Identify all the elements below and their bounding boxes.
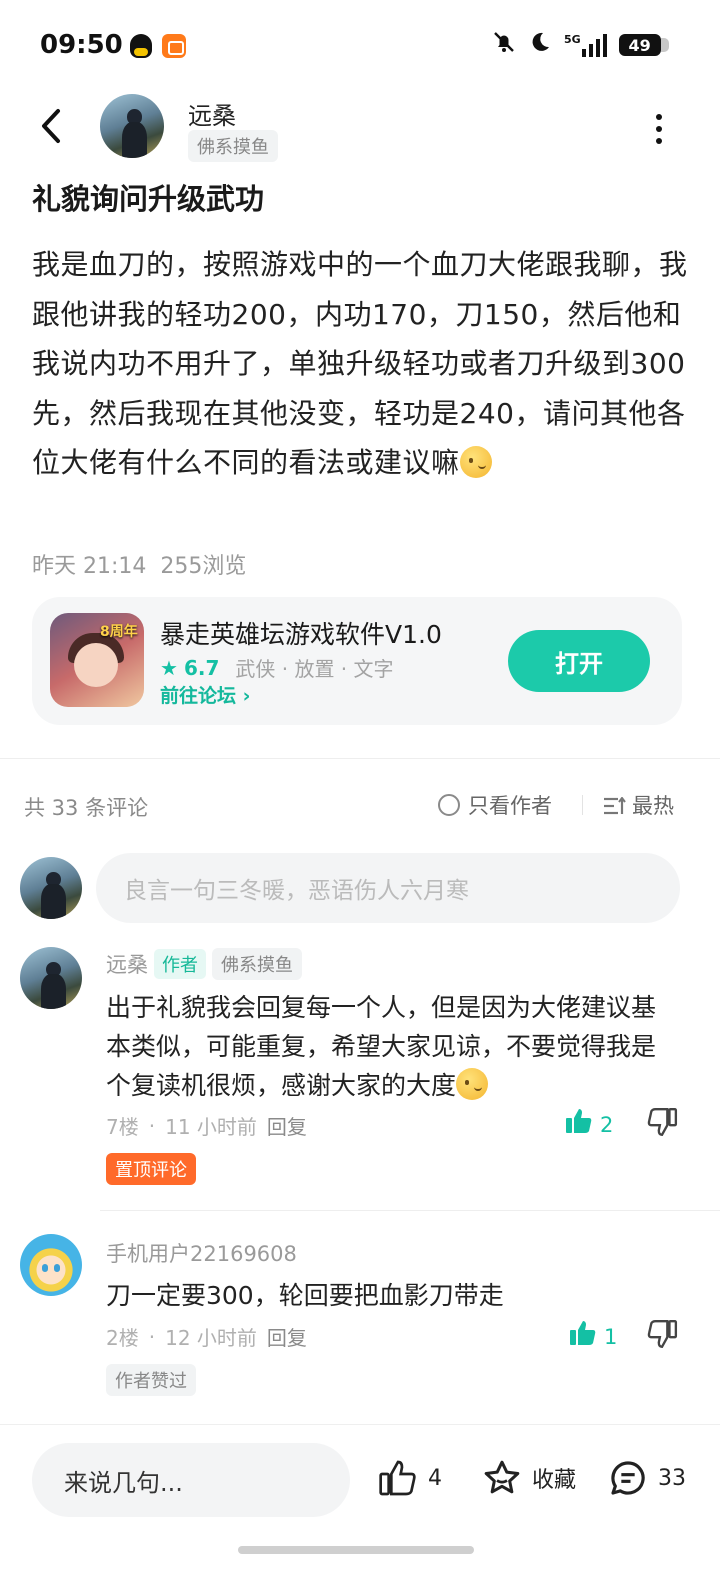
like-count: 1	[604, 1324, 618, 1349]
forum-link[interactable]: 前往论坛 ›	[160, 681, 250, 708]
reply-button[interactable]: 回复	[267, 1322, 307, 1351]
commenter-name[interactable]: 手机用户22169608	[106, 1238, 297, 1268]
favorite-button[interactable]: 收藏	[482, 1458, 576, 1498]
comment-time: 11 小时前	[165, 1115, 257, 1139]
author-badge: 作者	[154, 949, 206, 979]
author-only-label: 只看作者	[468, 794, 552, 818]
filter-separator	[582, 795, 583, 815]
game-icon-badge: 8周年	[100, 624, 138, 640]
comment-bubble-icon[interactable]	[608, 1458, 648, 1498]
post-time: 昨天 21:14	[32, 554, 147, 579]
reply-button[interactable]: 回复	[267, 1111, 307, 1140]
commenter-tag: 佛系摸鱼	[212, 948, 302, 980]
comment-like-button[interactable]: 2	[564, 1106, 613, 1143]
muted-bell-icon	[492, 30, 516, 60]
comment-meta: 7楼 · 11 小时前 回复	[106, 1111, 307, 1140]
author-liked-badge: 作者赞过	[106, 1364, 196, 1396]
battery-icon: 49	[618, 34, 669, 56]
comment-text-content: 出于礼貌我会回复每一个人，但是因为大佬建议基本类似，可能重复，希望大家见谅，不要…	[106, 993, 657, 1100]
comment-count: 共 33 条评论	[24, 796, 149, 820]
scroll-fade	[0, 1396, 720, 1426]
app-notification-icon	[162, 34, 186, 58]
post-body: 我是血刀的，按照游戏中的一个血刀大佬跟我聊，我跟他讲我的轻功200，内功170，…	[32, 240, 692, 488]
pinned-comment-badge: 置顶评论	[106, 1153, 196, 1185]
post-views: 255浏览	[160, 554, 247, 579]
thumb-up-icon[interactable]	[378, 1458, 418, 1498]
comment-floor: 2楼	[106, 1326, 139, 1350]
comment-header: 远桑 作者 佛系摸鱼	[106, 948, 302, 980]
author-only-filter[interactable]: 只看作者	[438, 790, 552, 820]
back-arrow-icon[interactable]	[38, 108, 66, 144]
comment-text: 出于礼貌我会回复每一个人，但是因为大佬建议基本类似，可能重复，希望大家见谅，不要…	[106, 988, 671, 1105]
comment-time: 12 小时前	[165, 1326, 257, 1350]
reply-input[interactable]: 来说几句...	[32, 1443, 350, 1517]
star-icon: ★	[160, 655, 178, 680]
commenter-avatar[interactable]	[20, 1234, 82, 1296]
thumb-up-icon[interactable]	[564, 1106, 594, 1143]
status-time: 09:50	[40, 30, 123, 60]
comments-button[interactable]: 33	[608, 1458, 686, 1498]
comments-count: 33	[658, 1465, 686, 1491]
comment-input[interactable]: 良言一句三冬暖，恶语伤人六月寒	[96, 853, 680, 923]
sort-label: 最热	[632, 794, 674, 818]
favorite-star-icon[interactable]	[482, 1458, 522, 1498]
author-avatar[interactable]	[100, 94, 164, 158]
favorite-label: 收藏	[532, 1468, 577, 1493]
game-icon[interactable]: 8周年	[50, 613, 144, 707]
sort-icon	[604, 796, 626, 815]
more-vertical-icon[interactable]	[654, 114, 664, 144]
thumb-up-icon[interactable]	[568, 1318, 598, 1355]
game-score: 6.7	[183, 655, 220, 680]
comment-text: 刀一定要300，轮回要把血影刀带走	[106, 1281, 504, 1310]
post-like-button[interactable]: 4	[378, 1458, 442, 1498]
status-bar: 09:50 5G 49	[0, 0, 720, 90]
post-meta: 昨天 21:14 255浏览	[32, 548, 246, 580]
chevron-right-icon: ›	[242, 685, 251, 707]
home-indicator[interactable]	[238, 1546, 474, 1554]
open-game-button[interactable]: 打开	[508, 630, 650, 692]
game-card[interactable]: 8周年 暴走英雄坛游戏软件V1.0 ★ 6.7 武侠 · 放置 · 文字 前往论…	[32, 597, 682, 725]
my-avatar	[20, 857, 82, 919]
post-title: 礼貌询问升级武功	[32, 182, 265, 216]
network-type: 5G	[564, 33, 581, 46]
sort-toggle[interactable]: 最热	[604, 790, 674, 820]
post-like-count: 4	[428, 1465, 442, 1491]
qq-notification-icon	[130, 34, 152, 58]
comment-header: 手机用户22169608	[106, 1238, 297, 1268]
author-tag: 佛系摸鱼	[188, 130, 278, 162]
comment-like-button[interactable]: 1	[568, 1318, 617, 1355]
comment-meta: 2楼 · 12 小时前 回复	[106, 1322, 307, 1351]
game-rating: ★ 6.7 武侠 · 放置 · 文字	[160, 653, 394, 682]
author-name[interactable]: 远桑	[188, 96, 236, 131]
game-title[interactable]: 暴走英雄坛游戏软件V1.0	[160, 615, 442, 651]
like-count: 2	[600, 1112, 614, 1137]
forum-link-label: 前往论坛	[160, 685, 237, 707]
thumb-down-icon[interactable]	[646, 1106, 678, 1142]
status-icons: 5G 49	[492, 30, 669, 60]
signal-icon: 5G	[564, 33, 607, 57]
game-genres: 武侠 · 放置 · 文字	[235, 657, 394, 681]
comment-floor: 7楼	[106, 1115, 139, 1139]
dnd-moon-icon	[528, 30, 552, 60]
thumb-down-icon[interactable]	[646, 1318, 678, 1354]
smile-emoji-icon	[459, 446, 492, 478]
commenter-name[interactable]: 远桑	[106, 949, 148, 979]
comment-divider	[100, 1210, 720, 1211]
post-body-text: 我是血刀的，按照游戏中的一个血刀大佬跟我聊，我跟他讲我的轻功200，内功170，…	[32, 248, 688, 479]
section-divider	[0, 758, 720, 759]
radio-icon[interactable]	[438, 794, 460, 816]
smile-emoji-icon	[456, 1068, 489, 1100]
commenter-avatar[interactable]	[20, 947, 82, 1009]
